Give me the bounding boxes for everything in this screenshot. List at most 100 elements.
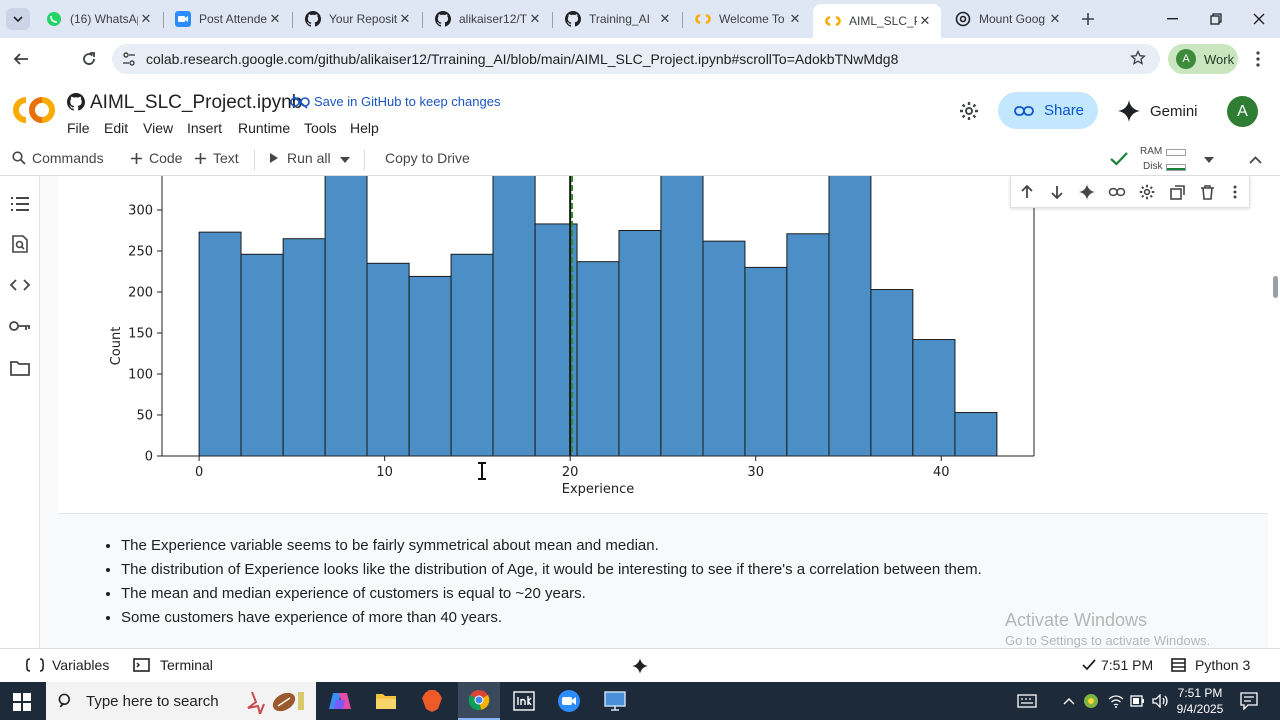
resources-indicator[interactable]: RAM Disk xyxy=(1140,146,1190,174)
reload-button[interactable] xyxy=(76,46,102,72)
task-view-icon[interactable] xyxy=(1014,690,1040,712)
commands-button[interactable]: Commands xyxy=(12,150,104,166)
cell-settings-button[interactable] xyxy=(1135,180,1159,204)
tab-close-icon[interactable]: ✕ xyxy=(787,11,803,27)
profile-button[interactable]: A Work xyxy=(1168,44,1238,74)
collapse-header-button[interactable] xyxy=(1244,150,1266,170)
add-text-button[interactable]: Text xyxy=(195,150,239,166)
notebook-title[interactable]: AIML_SLC_Project.ipynb xyxy=(90,92,302,114)
share-button[interactable]: Share xyxy=(998,92,1098,129)
browser-tab[interactable]: Training_AI ✕ xyxy=(553,4,681,34)
battery-icon[interactable] xyxy=(1130,694,1146,711)
watermark-title: Activate Windows xyxy=(1005,610,1148,630)
find-replace-button[interactable] xyxy=(8,232,32,256)
browser-tab[interactable]: (16) WhatsApp✕ xyxy=(34,4,162,34)
variables-label: Variables xyxy=(52,657,110,673)
table-of-contents-button[interactable] xyxy=(8,192,32,216)
settings-button[interactable] xyxy=(956,98,982,124)
whatsapp-icon xyxy=(46,11,62,27)
github-icon xyxy=(67,93,85,116)
gemini-sparkle-icon[interactable] xyxy=(632,658,648,677)
taskbar-inkscape[interactable] xyxy=(508,686,540,716)
minimize-icon xyxy=(1167,18,1178,20)
code-snippets-button[interactable] xyxy=(8,273,32,297)
taskbar-chrome[interactable] xyxy=(458,682,500,720)
files-button[interactable] xyxy=(8,356,32,380)
run-all-button[interactable]: Run all xyxy=(270,150,331,166)
taskbar-search[interactable]: Type here to search xyxy=(46,682,316,720)
tab-close-icon[interactable]: ✕ xyxy=(527,11,543,27)
browser-tab[interactable]: Your Reposito ✕ xyxy=(293,4,421,34)
restore-button[interactable] xyxy=(1201,6,1231,32)
taskbar-brave[interactable] xyxy=(416,686,448,716)
tab-close-icon[interactable]: ✕ xyxy=(657,11,673,27)
colab-logo[interactable] xyxy=(12,96,56,124)
tray-app-icon[interactable] xyxy=(1083,693,1099,712)
execution-status[interactable]: 7:51 PM xyxy=(1082,657,1153,673)
wifi-icon[interactable] xyxy=(1108,694,1124,711)
tab-label: Training_AI xyxy=(589,12,650,26)
cell-output: 0 50 100 150 200 250 300 0 10 20 30 40 Experience Cou… xyxy=(58,176,1268,514)
menu-runtime[interactable]: Runtime xyxy=(238,120,290,136)
start-button[interactable] xyxy=(8,690,36,714)
taskbar-zoom[interactable] xyxy=(553,686,585,716)
new-tab-button[interactable] xyxy=(1078,9,1098,29)
volume-icon[interactable] xyxy=(1152,693,1170,711)
browser-tab[interactable]: alikaiser12/T ✕ xyxy=(423,4,551,34)
save-github-link[interactable]: Save in GitHub to keep changes xyxy=(290,94,500,109)
taskbar-copilot[interactable] xyxy=(324,686,356,716)
taskbar-clock[interactable]: 7:51 PM 9/4/2025 xyxy=(1176,685,1224,717)
cell-more-button[interactable] xyxy=(1225,180,1245,204)
site-info-icon[interactable] xyxy=(112,51,146,67)
browser-tab[interactable]: Mount Goog ✕ xyxy=(943,4,1071,34)
taskbar-file-explorer[interactable] xyxy=(370,686,402,716)
browser-tab[interactable]: Post Attendee ✕ xyxy=(163,4,291,34)
runtime-dropdown-button[interactable] xyxy=(1200,150,1218,170)
browser-tab[interactable]: Welcome To ✕ xyxy=(683,4,811,34)
browser-tab[interactable]: AIML_SLC_Pr✕ xyxy=(813,4,941,38)
play-icon xyxy=(270,153,278,163)
disk-bar xyxy=(1166,164,1186,171)
tab-close-icon[interactable]: ✕ xyxy=(917,13,933,29)
move-cell-up-button[interactable] xyxy=(1015,180,1039,204)
bookmark-star-icon[interactable] xyxy=(1130,49,1146,69)
menu-tools[interactable]: Tools xyxy=(304,120,337,136)
menu-view[interactable]: View xyxy=(143,120,173,136)
variables-button[interactable]: Variables xyxy=(26,657,109,673)
url-text[interactable]: colab.research.google.com/github/alikais… xyxy=(146,51,898,67)
scrollbar-thumb[interactable] xyxy=(1273,276,1278,298)
kernel-indicator[interactable]: Python 3 xyxy=(1171,657,1250,673)
minimize-button[interactable] xyxy=(1158,6,1188,32)
add-code-button[interactable]: Code xyxy=(131,150,182,166)
link-to-cell-button[interactable] xyxy=(1105,180,1129,204)
notifications-icon[interactable] xyxy=(1240,692,1258,713)
menu-edit[interactable]: Edit xyxy=(104,120,128,136)
secrets-button[interactable] xyxy=(8,314,32,338)
tab-close-icon[interactable]: ✕ xyxy=(267,11,283,27)
delete-cell-button[interactable] xyxy=(1195,180,1219,204)
back-button[interactable] xyxy=(8,46,34,72)
tab-close-icon[interactable]: ✕ xyxy=(1047,11,1063,27)
address-bar[interactable]: colab.research.google.com/github/alikais… xyxy=(112,44,1160,74)
notebook-scrollbar[interactable] xyxy=(1268,176,1280,648)
run-options-button[interactable] xyxy=(336,150,354,170)
account-avatar[interactable]: A xyxy=(1227,96,1258,127)
mirror-cell-button[interactable] xyxy=(1165,180,1189,204)
menu-insert[interactable]: Insert xyxy=(187,120,222,136)
colab-icon xyxy=(695,11,711,27)
show-hidden-icons-button[interactable] xyxy=(1060,690,1078,712)
menu-help[interactable]: Help xyxy=(350,120,379,136)
disk-label: Disk xyxy=(1143,161,1163,172)
tab-close-icon[interactable]: ✕ xyxy=(397,11,413,27)
close-window-button[interactable] xyxy=(1244,6,1274,32)
tab-search-button[interactable] xyxy=(6,8,30,30)
copy-to-drive-button[interactable]: Copy to Drive xyxy=(385,150,470,166)
menu-file[interactable]: File xyxy=(67,120,90,136)
tab-close-icon[interactable]: ✕ xyxy=(138,11,154,27)
move-cell-down-button[interactable] xyxy=(1045,180,1069,204)
browser-menu-button[interactable] xyxy=(1248,46,1268,72)
gemini-button[interactable]: Gemini xyxy=(1118,98,1198,124)
taskbar-remote-desktop[interactable] xyxy=(599,686,631,716)
terminal-button[interactable]: Terminal xyxy=(133,657,213,673)
gemini-cell-button[interactable] xyxy=(1075,180,1099,204)
